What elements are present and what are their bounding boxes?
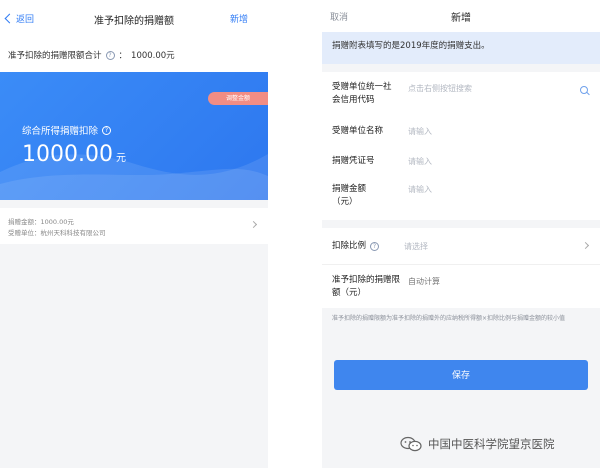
nav-bar: 取消 新增 bbox=[322, 0, 600, 32]
total-limit-separator: ： bbox=[118, 51, 128, 61]
notice-banner: 捐赠附表填写的是2019年度的捐赠支出。 bbox=[322, 32, 600, 64]
card-amount: 1000.00 bbox=[22, 142, 113, 167]
watermark: 中国中医科学院望京医院 bbox=[400, 436, 555, 452]
donation-list-screen: 返回 准予扣除的捐赠额 新增 准予扣除的捐赠限额合计 ? ： 1000.00元 … bbox=[0, 0, 268, 468]
limit-value: 自动计算 bbox=[408, 277, 440, 286]
donation-list-item[interactable]: 捐赠金额：1000.00元 受赠单位：杭州天科科技有限公司 bbox=[0, 208, 268, 244]
amount-input[interactable]: 请输入 bbox=[408, 184, 432, 195]
credit-code-input[interactable]: 点击右侧按钮搜索 bbox=[408, 83, 472, 94]
card-label: 综合所得捐赠扣除 bbox=[22, 126, 99, 137]
search-icon[interactable] bbox=[580, 86, 588, 94]
screenshot-stage: 返回 准予扣除的捐赠额 新增 准予扣除的捐赠限额合计 ? ： 1000.00元 … bbox=[0, 0, 600, 468]
total-limit-row: 准予扣除的捐赠限额合计 ? ： 1000.00元 bbox=[0, 38, 268, 72]
ratio-label-row: 扣除比例 ? bbox=[332, 240, 383, 253]
voucher-label: 捐赠凭证号 bbox=[332, 156, 375, 166]
adjust-amount-button[interactable]: 调整金额 bbox=[208, 92, 268, 105]
ratio-placeholder: 请选择 bbox=[404, 242, 428, 251]
voucher-input[interactable]: 请输入 bbox=[408, 156, 432, 167]
limit-label: 准予扣除的捐赠限额（元） bbox=[332, 275, 401, 298]
deduction-limit-row: 准予扣除的捐赠限额（元） 自动计算 bbox=[322, 264, 600, 308]
watermark-text: 中国中医科学院望京医院 bbox=[428, 437, 555, 451]
wechat-icon bbox=[400, 436, 422, 452]
page-title: 新增 bbox=[451, 13, 471, 24]
chevron-right-icon bbox=[249, 220, 258, 229]
card-label-row: 综合所得捐赠扣除 ? bbox=[22, 123, 115, 137]
ratio-label: 扣除比例 bbox=[332, 241, 367, 251]
credit-code-field[interactable]: 受赠单位统一社会信用代码 点击右侧按钮搜索 bbox=[322, 72, 600, 116]
amount-field[interactable]: 捐赠金额（元） 请输入 bbox=[322, 180, 600, 216]
credit-code-label: 受赠单位统一社会信用代码 bbox=[332, 82, 392, 105]
limit-footnote: 准予扣除的捐赠限额为准予扣除的捐赠外的应纳税所得额×扣除比例与捐赠金额的较小值 bbox=[332, 315, 566, 322]
org-name-field[interactable]: 受赠单位名称 请输入 bbox=[322, 122, 600, 146]
deduction-summary-card: 调整金额 综合所得捐赠扣除 ? 1000.00 元 bbox=[0, 72, 268, 200]
save-button[interactable]: 保存 bbox=[334, 360, 588, 390]
help-icon[interactable]: ? bbox=[105, 50, 115, 60]
amount-label: 捐赠金额（元） bbox=[332, 184, 367, 207]
add-donation-screen: 取消 新增 捐赠附表填写的是2019年度的捐赠支出。 受赠单位统一社会信用代码 … bbox=[322, 0, 600, 468]
help-icon[interactable]: ? bbox=[370, 242, 380, 251]
donation-form: 受赠单位统一社会信用代码 点击右侧按钮搜索 受赠单位名称 请输入 捐赠凭证号 请… bbox=[322, 72, 600, 220]
org-name-label: 受赠单位名称 bbox=[332, 126, 384, 136]
org-name-input[interactable]: 请输入 bbox=[408, 126, 432, 137]
card-amount-unit: 元 bbox=[115, 153, 126, 164]
voucher-field[interactable]: 捐赠凭证号 请输入 bbox=[322, 152, 600, 176]
deduction-ratio-select[interactable]: 扣除比例 ? 请选择 bbox=[322, 228, 600, 264]
add-button[interactable]: 新增 bbox=[230, 12, 248, 25]
chevron-right-icon bbox=[581, 241, 590, 250]
donation-amount-line: 捐赠金额：1000.00元 bbox=[8, 218, 74, 226]
page-title: 准予扣除的捐赠额 bbox=[94, 16, 174, 27]
total-limit-value: 1000.00元 bbox=[131, 51, 175, 61]
nav-bar: 返回 准予扣除的捐赠额 新增 bbox=[0, 0, 268, 38]
help-icon[interactable]: ? bbox=[102, 125, 112, 135]
total-limit-label: 准予扣除的捐赠限额合计 bbox=[8, 51, 102, 61]
card-amount-row: 1000.00 元 bbox=[22, 142, 126, 167]
donation-org-line: 受赠单位：杭州天科科技有限公司 bbox=[8, 229, 106, 237]
